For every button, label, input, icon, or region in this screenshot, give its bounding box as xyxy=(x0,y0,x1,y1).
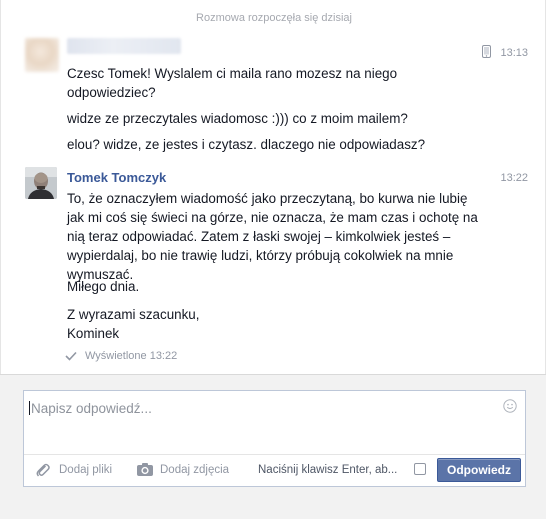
message-text: Z wyrazami szacunku, xyxy=(67,307,200,322)
message-text: Czesc Tomek! Wyslalem ci maila rano moze… xyxy=(67,66,398,100)
message-time: 13:22 xyxy=(500,172,528,184)
reply-placeholder: Napisz odpowiedź... xyxy=(31,401,152,416)
profile-photo-icon xyxy=(25,167,57,199)
add-files-label: Dodaj pliki xyxy=(59,464,113,476)
paperclip-icon xyxy=(36,463,50,477)
message-text: Miłego dnia. xyxy=(67,279,140,294)
conversation-started-label: Rozmowa rozpoczęła się dzisiaj xyxy=(196,12,352,24)
enter-to-send-checkbox[interactable] xyxy=(414,463,426,475)
sender-avatar[interactable] xyxy=(25,38,59,72)
tomek-avatar[interactable] xyxy=(25,167,57,199)
mobile-phone-icon xyxy=(482,45,491,58)
emoticon-icon[interactable] xyxy=(503,399,517,413)
message-text: Kominek xyxy=(67,326,120,341)
message-text: To, że oznaczyłem wiadomość jako przeczy… xyxy=(67,191,478,282)
composer-area: Napisz odpowiedź... Dodaj pliki Dodaj zd… xyxy=(0,374,546,519)
enter-to-send-label: Naciśnij klawisz Enter, ab... xyxy=(258,464,398,476)
message-time: 13:13 xyxy=(500,47,528,59)
reply-composer: Napisz odpowiedź... Dodaj pliki Dodaj zd… xyxy=(23,390,526,487)
seen-label: Wyświetlone 13:22 xyxy=(85,350,178,362)
sender-name[interactable] xyxy=(67,38,181,54)
reply-input[interactable]: Napisz odpowiedź... xyxy=(29,401,499,416)
message-thread: Rozmowa rozpoczęła się dzisiaj 13:13 Cze… xyxy=(0,0,546,374)
sender-name-tomek[interactable]: Tomek Tomczyk xyxy=(67,170,166,185)
message-text: elou? widze, ze jestes i czytasz. dlacze… xyxy=(67,137,426,152)
message-text: widze ze przeczytales wiadomosc :))) co … xyxy=(67,111,408,126)
composer-toolbar: Dodaj pliki Dodaj zdjęcia Naciśnij klawi… xyxy=(24,454,525,486)
reply-button[interactable]: Odpowiedz xyxy=(437,458,521,482)
camera-icon xyxy=(137,463,153,476)
checkmark-icon xyxy=(65,351,77,361)
add-photos-label: Dodaj zdjęcia xyxy=(160,464,230,476)
